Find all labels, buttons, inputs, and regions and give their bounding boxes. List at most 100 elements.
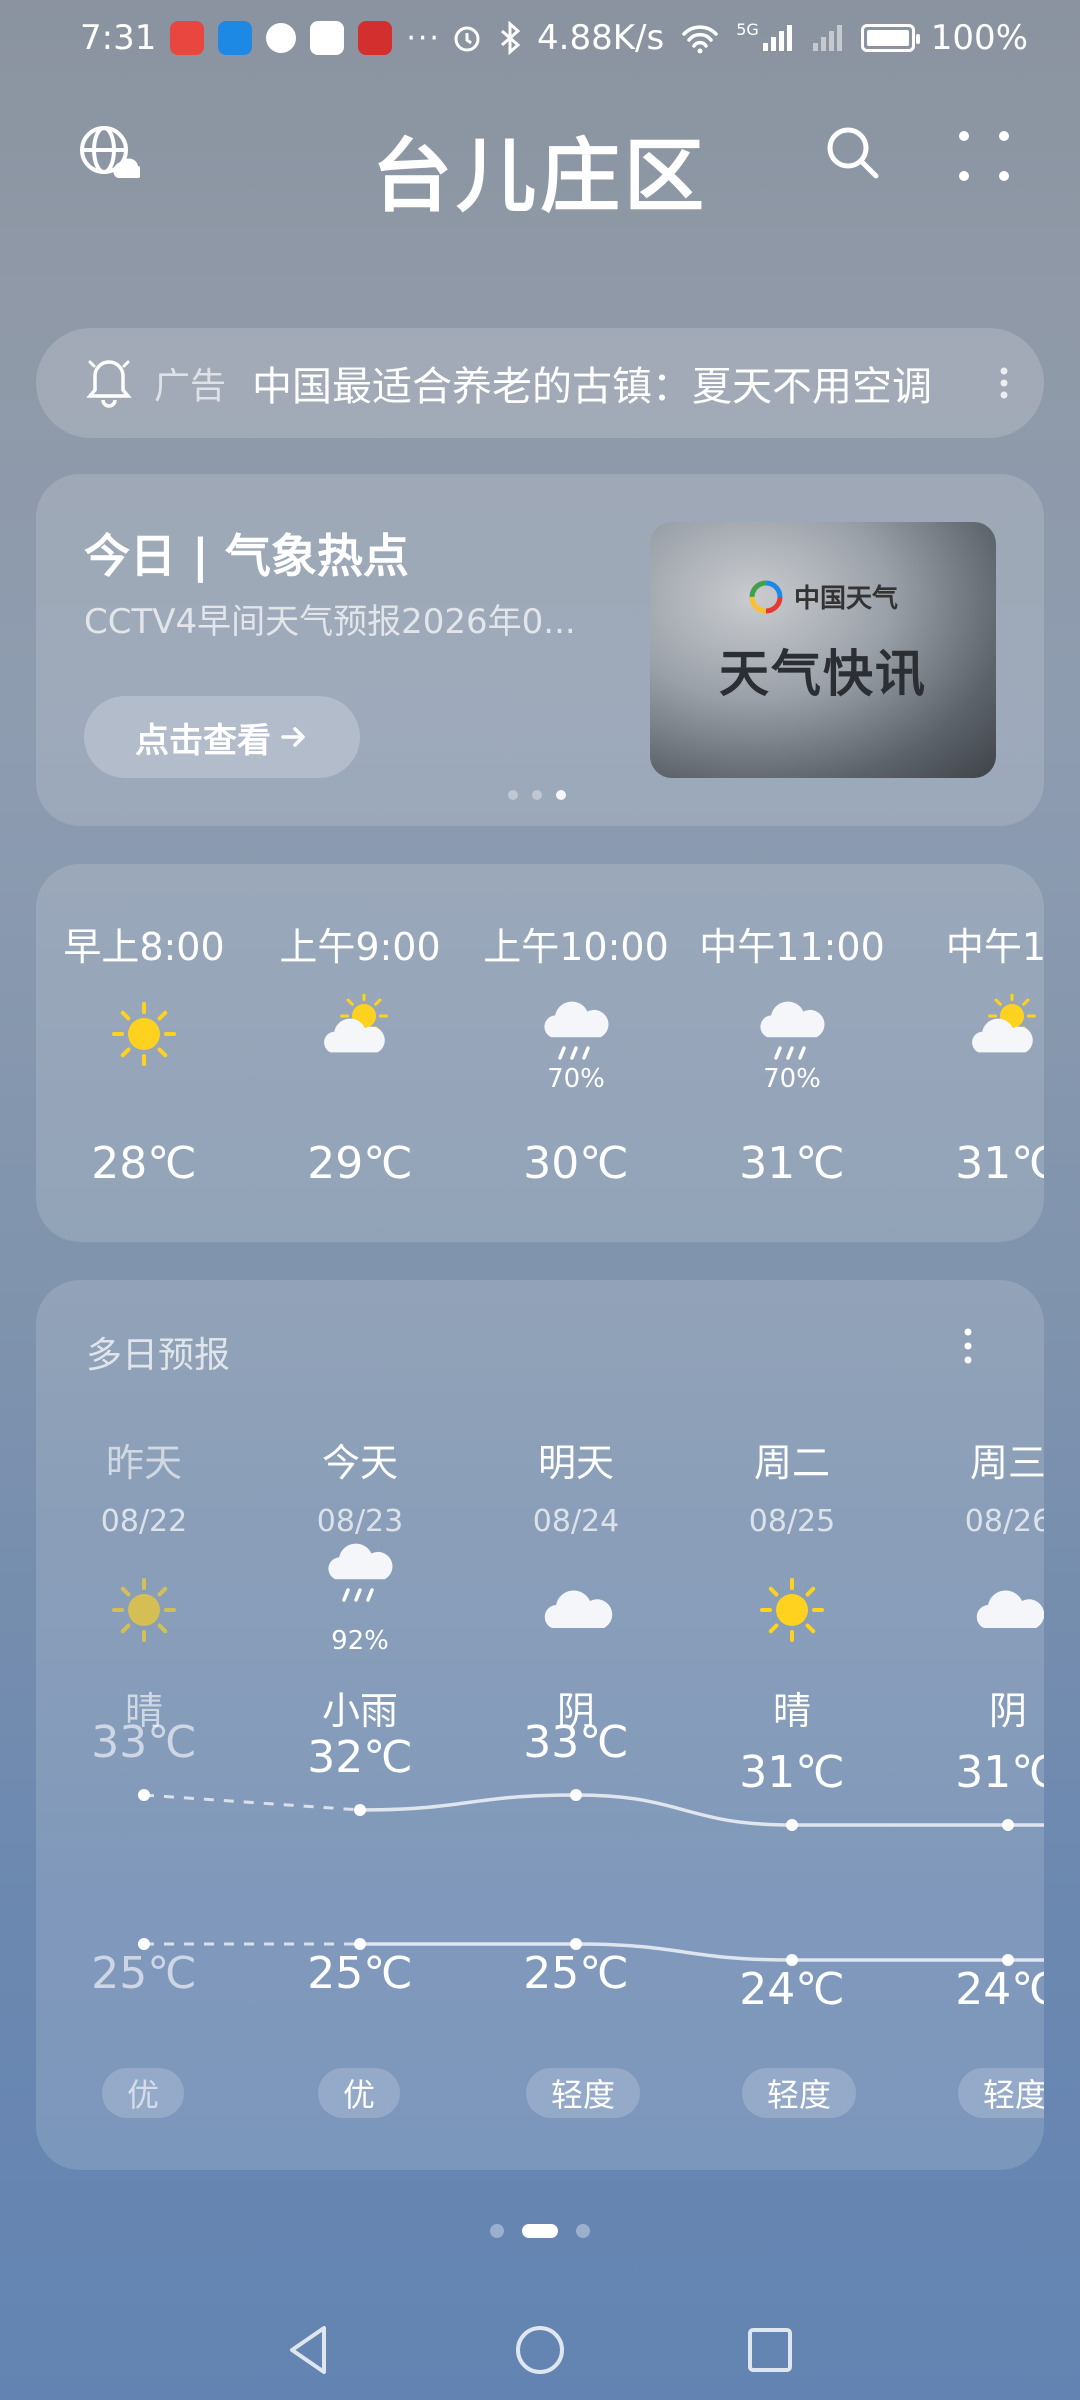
day-date: 08/26 [964,1504,1044,1539]
day-date: 08/25 [748,1504,836,1539]
day-name: 周三 [969,1441,1044,1485]
day-high-temp: 33℃ [523,1717,629,1768]
sun-icon [760,1578,824,1642]
pager-dot-active [556,790,566,800]
day-condition: 阴 [988,1689,1027,1733]
view-button-label: 点击查看 [135,720,271,761]
network-type: 5G [736,19,759,39]
air-quality-badge: 轻度 [526,2068,640,2118]
china-weather-logo-icon [749,580,783,613]
city-title[interactable]: 台儿庄区 [0,112,1080,228]
hot-card-pager [508,790,566,800]
day-condition: 小雨 [321,1689,398,1733]
daily-item[interactable]: 周二 08/25 晴 31℃ 24℃ 轻度 [684,1280,900,2170]
day-name: 今天 [321,1441,398,1485]
hour-time: 中午12 [945,925,1044,969]
air-quality-badge: 优 [318,2068,400,2118]
page-dot [490,2224,504,2238]
hour-temperature: 31℃ [739,1138,845,1189]
hour-time: 上午9:00 [279,925,441,969]
more-notifications-icon: ··· [406,20,441,56]
ad-text[interactable]: 中国最适合养老的古镇：夏天不用空调 [252,354,942,412]
day-low-temp: 25℃ [91,1948,197,1999]
net-speed: 4.88K/s [537,18,665,58]
day-high-temp: 33℃ [91,1717,197,1768]
cloud-icon [544,1590,613,1628]
day-name: 明天 [537,1441,614,1485]
search-icon[interactable] [822,122,882,182]
hour-time: 上午10:00 [483,925,669,969]
air-quality-badge: 优 [102,2068,184,2118]
ad-banner[interactable]: 广告 中国最适合养老的古镇：夏天不用空调 [36,328,1044,438]
day-low-temp: 24℃ [955,1964,1044,2015]
day-low-temp: 24℃ [739,1964,845,2015]
daily-item[interactable]: 今天 08/23 92% 小雨 32℃ 25℃ 优 [252,1280,468,2170]
ad-tag: 广告 [154,366,227,407]
sun-icon [112,1002,176,1066]
page-dot [576,2224,590,2238]
wifi-icon [682,25,718,54]
hourly-item: 中午12 31℃ [900,864,1044,1242]
partly-cloudy-icon [972,994,1036,1053]
partly-cloudy-icon [324,994,388,1053]
day-high-temp: 32℃ [307,1732,413,1783]
day-date: 08/22 [100,1504,188,1539]
weather-hot-topic-card[interactable]: 今日 | 气象热点 CCTV4早间天气预报2026年0... 点击查看 中国天气… [36,474,1044,826]
home-icon[interactable] [510,2320,570,2380]
signal-icon [762,25,792,51]
alarm-icon [454,26,480,52]
back-icon[interactable] [280,2320,340,2380]
hour-temperature: 28℃ [91,1138,197,1189]
day-condition: 晴 [772,1689,811,1733]
hour-temperature: 29℃ [307,1138,413,1189]
hourly-item: 早上8:00 28℃ [36,864,252,1242]
city-page-indicator [0,2224,1080,2238]
hourly-forecast-card[interactable]: 早上8:00 28℃ 上午9:00 29℃ 上午10:00 70% 30℃ 中午11:… [36,864,1044,1242]
signal-2-icon [812,25,842,51]
day-high-temp: 31℃ [739,1747,845,1798]
hour-temperature: 31℃ [955,1138,1044,1189]
day-low-temp: 25℃ [523,1948,629,1999]
page-dot-active [522,2224,558,2238]
battery-level: 100% [930,18,1028,58]
bluetooth-icon [501,21,521,55]
air-quality-badge: 轻度 [958,2068,1044,2118]
status-bar: 7:31 ··· 4.88K/s 5G 100% [0,0,1080,76]
hourly-item: 中午11:00 70% 31℃ [684,864,900,1242]
wechat-icon [266,23,297,53]
hot-topic-subtitle: CCTV4早间天气预报2026年0... [84,602,576,642]
pager-dot [508,790,518,800]
daily-item[interactable]: 昨天 08/22 晴 33℃ 25℃ 优 [36,1280,252,2170]
more-dots-icon[interactable] [956,128,1012,184]
hourly-item: 上午10:00 70% 30℃ [468,864,684,1242]
weather-news-thumbnail[interactable]: 中国天气 天气快讯 [650,522,996,778]
hour-time: 早上8:00 [63,925,225,969]
day-name: 昨天 [105,1441,182,1485]
ad-more-icon[interactable] [994,363,1014,403]
book-icon [358,21,393,55]
header: 台儿庄区 [0,100,1080,223]
day-high-temp: 31℃ [955,1747,1044,1798]
pager-dot [532,790,542,800]
image-title: 天气快讯 [719,645,927,703]
day-date: 08/23 [316,1504,404,1539]
bell-icon [86,360,132,408]
status-time: 7:31 [80,18,157,58]
air-quality-badge: 轻度 [742,2068,856,2118]
hot-topic-title: 今日 | 气象热点 [84,529,409,583]
hour-time: 中午11:00 [699,925,885,969]
view-button[interactable]: 点击查看 [84,696,360,778]
daily-item[interactable]: 明天 08/24 阴 33℃ 25℃ 轻度 [468,1280,684,2170]
day-low-temp: 25℃ [307,1948,413,1999]
hourly-item: 上午9:00 29℃ [252,864,468,1242]
day-precip-chance: 92% [331,1626,389,1656]
cloud-rain-icon [760,1001,825,1060]
image-brand: 中国天气 [794,584,899,614]
daily-item[interactable]: 周三 08/26 阴 31℃ 24℃ 轻度 [900,1280,1044,2170]
baidu-icon [310,21,345,55]
daily-forecast-card[interactable]: 多日预报 昨天 08/22 晴 33℃ 25℃ 优今天 08/23 92% 小雨… [36,1280,1044,2170]
battery-icon [860,24,920,52]
sun-icon [112,1578,176,1642]
recents-icon[interactable] [740,2320,800,2380]
weather-app-icon [218,21,253,55]
